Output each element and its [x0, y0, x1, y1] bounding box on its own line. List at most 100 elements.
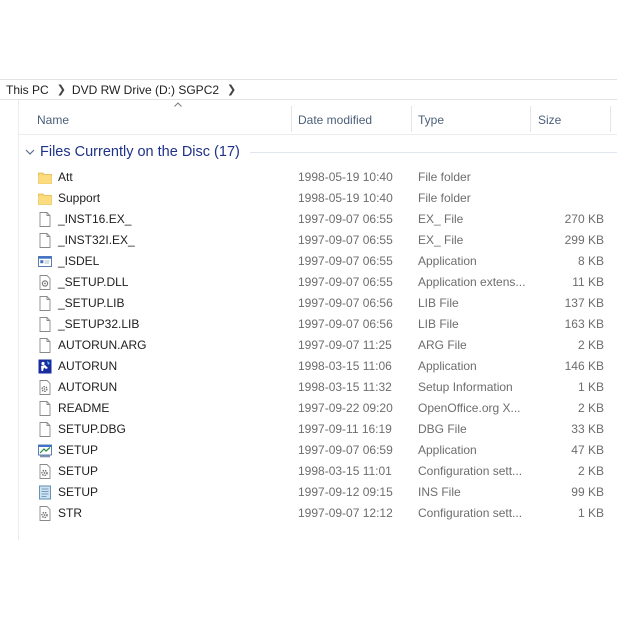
- file-name: README: [58, 401, 110, 415]
- file-size: 2 KB: [577, 338, 604, 352]
- breadcrumb-this-pc[interactable]: This PC: [0, 83, 49, 97]
- file-name: AUTORUN: [58, 380, 118, 394]
- file-icon: [38, 401, 52, 416]
- file-size: 1 KB: [577, 506, 604, 520]
- breadcrumb-chevron-icon[interactable]: ❯: [49, 83, 66, 96]
- chevron-down-icon[interactable]: [24, 146, 36, 158]
- column-header-row: Name Date modified Type Size: [19, 102, 617, 135]
- file-type: File folder: [418, 191, 471, 205]
- setup-app-icon: [38, 443, 52, 458]
- file-row[interactable]: STR 1997-09-07 12:12 Configuration sett...…: [0, 503, 617, 524]
- file-size: 2 KB: [577, 464, 604, 478]
- file-name: _INST32I.EX_: [58, 233, 135, 247]
- file-type: File folder: [418, 170, 471, 184]
- folder-icon: [38, 170, 52, 185]
- folder-icon: [38, 191, 52, 206]
- file-type: Application: [418, 254, 477, 268]
- file-date-modified: 1997-09-07 06:59: [298, 443, 393, 457]
- file-row[interactable]: AUTORUN 1998-03-15 11:32 Setup Information…: [0, 377, 617, 398]
- file-row[interactable]: Att 1998-05-19 10:40 File folder: [0, 167, 617, 188]
- column-header-size[interactable]: Size: [538, 104, 561, 134]
- file-type: LIB File: [418, 296, 459, 310]
- file-date-modified: 1998-03-15 11:32: [298, 380, 392, 394]
- setup-info-icon: [38, 380, 52, 395]
- file-size: 270 KB: [564, 212, 604, 226]
- file-date-modified: 1998-03-15 11:01: [298, 464, 392, 478]
- file-icon: [38, 212, 52, 227]
- file-row[interactable]: AUTORUN.ARG 1997-09-07 11:25 ARG File 2 KB: [0, 335, 617, 356]
- column-divider[interactable]: [610, 106, 611, 132]
- file-type: DBG File: [418, 422, 467, 436]
- file-row[interactable]: _INST16.EX_ 1997-09-07 06:55 EX_ File 270 K…: [0, 209, 617, 230]
- file-size: 11 KB: [572, 275, 604, 289]
- file-row[interactable]: _INST32I.EX_ 1997-09-07 06:55 EX_ File 299 …: [0, 230, 617, 251]
- file-size: 137 KB: [564, 296, 604, 310]
- file-size: 163 KB: [564, 317, 604, 331]
- file-name: Support: [58, 191, 101, 205]
- file-name: AUTORUN.ARG: [58, 338, 147, 352]
- file-size: 146 KB: [564, 359, 604, 373]
- file-date-modified: 1997-09-07 06:56: [298, 296, 393, 310]
- group-label: Files Currently on the Disc (17): [40, 144, 240, 160]
- column-divider[interactable]: [530, 106, 531, 132]
- file-type: EX_ File: [418, 212, 464, 226]
- file-date-modified: 1997-09-07 06:55: [298, 233, 393, 247]
- file-date-modified: 1997-09-07 12:12: [298, 506, 393, 520]
- group-header[interactable]: Files Currently on the Disc (17): [24, 143, 617, 161]
- file-name: SETUP: [58, 464, 99, 478]
- file-row[interactable]: SETUP.DBG 1997-09-11 16:19 DBG File 33 KB: [0, 419, 617, 440]
- config-icon: [38, 464, 52, 479]
- file-icon: [38, 422, 52, 437]
- file-date-modified: 1998-03-15 11:06: [298, 359, 392, 373]
- config-icon: [38, 506, 52, 521]
- file-icon: [38, 317, 52, 332]
- column-header-name[interactable]: Name: [37, 104, 69, 134]
- file-row[interactable]: SETUP 1997-09-12 09:15 INS File 99 KB: [0, 482, 617, 503]
- file-date-modified: 1998-05-19 10:40: [298, 191, 393, 205]
- file-row[interactable]: SETUP 1998-03-15 11:01 Configuration sett.…: [0, 461, 617, 482]
- file-date-modified: 1997-09-07 06:55: [298, 254, 393, 268]
- file-size: 33 KB: [571, 422, 604, 436]
- dll-icon: [38, 275, 52, 290]
- file-type: Setup Information: [418, 380, 513, 394]
- application-icon: [38, 254, 52, 269]
- file-name: SETUP: [58, 485, 99, 499]
- file-name: _SETUP32.LIB: [58, 317, 140, 331]
- file-row[interactable]: Support 1998-05-19 10:40 File folder: [0, 188, 617, 209]
- file-date-modified: 1998-05-19 10:40: [298, 170, 393, 184]
- file-name: AUTORUN: [58, 359, 118, 373]
- column-header-type[interactable]: Type: [418, 104, 444, 134]
- file-row[interactable]: README 1997-09-22 09:20 OpenOffice.org X..…: [0, 398, 617, 419]
- file-date-modified: 1997-09-07 06:55: [298, 212, 393, 226]
- file-size: 2 KB: [577, 401, 604, 415]
- file-type: EX_ File: [418, 233, 464, 247]
- file-name: _ISDEL: [58, 254, 100, 268]
- file-size: 299 KB: [564, 233, 604, 247]
- file-name: _SETUP.DLL: [58, 275, 129, 289]
- file-row[interactable]: _SETUP.LIB 1997-09-07 06:56 LIB File 137 KB: [0, 293, 617, 314]
- breadcrumb-chevron-icon[interactable]: ❯: [219, 83, 236, 96]
- file-type: INS File: [418, 485, 461, 499]
- file-type: Application: [418, 359, 477, 373]
- sort-ascending-icon: [174, 102, 182, 107]
- file-type: LIB File: [418, 317, 459, 331]
- file-type: Application: [418, 443, 477, 457]
- file-type: Configuration sett...: [418, 506, 523, 520]
- breadcrumb-dvd-drive[interactable]: DVD RW Drive (D:) SGPC2: [66, 83, 219, 97]
- file-name: STR: [58, 506, 82, 520]
- file-name: SETUP: [58, 443, 99, 457]
- file-icon: [38, 233, 52, 248]
- column-divider[interactable]: [291, 106, 292, 132]
- column-header-date[interactable]: Date modified: [298, 104, 372, 134]
- file-size: 8 KB: [577, 254, 604, 268]
- breadcrumb: This PC ❯ DVD RW Drive (D:) SGPC2 ❯: [0, 79, 617, 100]
- file-row[interactable]: _ISDEL 1997-09-07 06:55 Application 8 KB: [0, 251, 617, 272]
- file-type: ARG File: [418, 338, 467, 352]
- file-row[interactable]: SETUP 1997-09-07 06:59 Application 47 KB: [0, 440, 617, 461]
- file-list: Att 1998-05-19 10:40 File folder Support 199…: [0, 167, 617, 524]
- file-row[interactable]: _SETUP32.LIB 1997-09-07 06:56 LIB File 163 …: [0, 314, 617, 335]
- autorun-app-icon: [38, 359, 52, 374]
- column-divider[interactable]: [411, 106, 412, 132]
- file-row[interactable]: AUTORUN 1998-03-15 11:06 Application 146 KB: [0, 356, 617, 377]
- file-row[interactable]: _SETUP.DLL 1997-09-07 06:55 Application ex…: [0, 272, 617, 293]
